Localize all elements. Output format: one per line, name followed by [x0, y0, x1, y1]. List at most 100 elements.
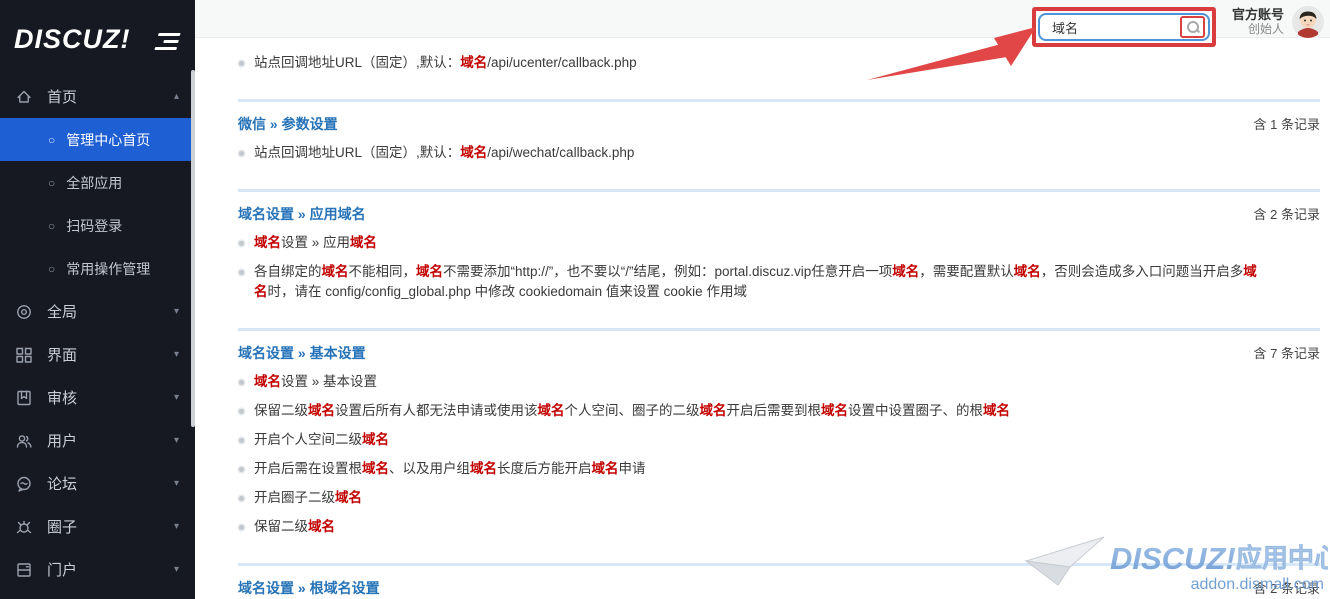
main-area: 官方账号 创始人 站点回调地址URL（固定）,默认：域名/ap [195, 0, 1330, 599]
sidebar-item-interface[interactable]: 界面 ▾ [0, 333, 195, 376]
highlighted-keyword: 域名 [322, 264, 349, 279]
section-heading-link[interactable]: 应用域名 [310, 206, 366, 222]
result-row: 域名设置 » 应用域名 [238, 233, 1320, 253]
sidebar-item-label: 门户 [47, 559, 77, 580]
discuz-logo[interactable]: DISCUZ! [14, 24, 131, 55]
sidebar-item-label: 论坛 [47, 473, 77, 494]
results-list: 站点回调地址URL（固定）,默认：域名/api/ucenter/callback… [195, 38, 1330, 599]
result-text: 域名设置 » 应用域名 [254, 233, 377, 253]
highlighted-keyword: 域名 [416, 264, 443, 279]
record-count: 含 7 条记录 [1254, 343, 1320, 362]
section-heading-link[interactable]: 根域名设置 [310, 580, 380, 596]
sidebar-item-label: 全局 [47, 301, 77, 322]
sidebar-subitem-label: 管理中心首页 [66, 130, 150, 150]
result-row: 开启圈子二级域名 [238, 488, 1320, 508]
magnifier-icon [1187, 21, 1199, 33]
highlighted-keyword: 域名 [335, 490, 362, 505]
sidebar-item-label: 圈子 [47, 516, 77, 537]
section-heading-link[interactable]: 域名设置 [238, 206, 294, 222]
highlighted-keyword: 域名 [308, 519, 335, 534]
avatar[interactable] [1292, 6, 1324, 38]
account-role: 创始人 [1232, 22, 1284, 37]
chevron-down-icon: ▾ [174, 478, 179, 489]
highlighted-keyword: 域名 [821, 403, 848, 418]
audit-icon [15, 388, 34, 407]
sidebar-item-home[interactable]: 首页 ▴ [0, 75, 195, 118]
chevron-down-icon: ▾ [174, 435, 179, 446]
section-heading: 域名设置 » 根域名设置含 2 条记录 [238, 578, 1320, 598]
result-text: 开启后需在设置根域名、以及用户组域名长度后方能开启域名申请 [254, 459, 646, 479]
bullet-icon [239, 151, 244, 156]
hamburger-icon[interactable] [154, 29, 181, 50]
sidebar-subitem-label: 扫码登录 [66, 216, 122, 236]
search-box [1038, 13, 1210, 41]
account-widget[interactable]: 官方账号 创始人 [1232, 6, 1324, 38]
sidebar-item-label: 首页 [47, 86, 77, 107]
sidebar-item-users[interactable]: 用户 ▾ [0, 419, 195, 462]
section-heading: 域名设置 » 应用域名含 2 条记录 [238, 204, 1320, 224]
result-text: 站点回调地址URL（固定）,默认：域名/api/wechat/callback.… [254, 143, 634, 163]
section-heading-link[interactable]: 基本设置 [310, 345, 366, 361]
sidebar-item-global[interactable]: 全局 ▾ [0, 290, 195, 333]
sidebar-subitem-label: 常用操作管理 [66, 259, 150, 279]
sidebar-item-audit[interactable]: 审核▾ [0, 376, 195, 419]
result-text: 各自绑定的域名不能相同，域名不需要添加“http://”，也不要以“/”结尾，例… [254, 262, 1266, 302]
bullet-icon [239, 241, 244, 246]
chevron-down-icon: ▾ [174, 564, 179, 575]
result-row: 开启后需在设置根域名、以及用户组域名长度后方能开启域名申请 [238, 459, 1320, 479]
home-icon [15, 87, 34, 106]
sidebar-item-label: 用户 [47, 430, 77, 451]
highlighted-keyword: 域名 [254, 235, 281, 250]
interface-icon [15, 345, 34, 364]
sidebar-item-label: 界面 [47, 344, 77, 365]
sidebar-subitem[interactable]: ○ 常用操作管理 [0, 247, 195, 290]
bullet-icon [239, 525, 244, 530]
bullet-icon [239, 496, 244, 501]
bullet-icon [239, 270, 244, 275]
sidebar-subitem-label: 全部应用 [66, 173, 122, 193]
result-row: 各自绑定的域名不能相同，域名不需要添加“http://”，也不要以“/”结尾，例… [238, 262, 1320, 302]
section-heading-link[interactable]: 微信 [238, 116, 266, 132]
section-heading-link[interactable]: 域名设置 [238, 345, 294, 361]
sidebar: DISCUZ! 首页▴○管理中心首页○全部应用○扫码登录○常用操作管理全局▾界面… [0, 0, 195, 599]
highlighted-keyword: 域名 [538, 403, 565, 418]
section-divider [238, 189, 1320, 192]
global-icon [15, 302, 34, 321]
result-row: 站点回调地址URL（固定）,默认：域名/api/wechat/callback.… [238, 143, 1320, 163]
section-heading-link[interactable]: 域名设置 [238, 580, 294, 596]
bullet-icon [239, 467, 244, 472]
search-button[interactable] [1180, 16, 1205, 38]
sidebar-item-group[interactable]: 圈子 ▾ [0, 505, 195, 548]
bullet-icon [239, 409, 244, 414]
highlighted-keyword: 域名 [362, 461, 389, 476]
section-heading-link[interactable]: 参数设置 [282, 116, 338, 132]
search-input[interactable] [1052, 20, 1180, 35]
highlighted-keyword: 域名 [254, 374, 281, 389]
result-text: 域名设置 » 基本设置 [254, 372, 377, 392]
section-divider [238, 328, 1320, 331]
search-highlight-frame [1032, 7, 1216, 47]
chevron-down-icon: ▾ [174, 349, 179, 360]
highlighted-keyword: 域名 [1014, 264, 1041, 279]
sidebar-item-portal[interactable]: 门户 ▾ [0, 548, 195, 591]
highlighted-keyword: 域名 [592, 461, 619, 476]
sidebar-subitem[interactable]: ○全部应用 [0, 161, 195, 204]
record-count: 含 1 条记录 [1254, 114, 1320, 133]
bullet-circle-icon: ○ [48, 263, 55, 275]
highlighted-keyword: 域名 [460, 55, 487, 70]
sidebar-subitem[interactable]: ○管理中心首页 [0, 118, 195, 161]
section-heading: 微信 » 参数设置含 1 条记录 [238, 114, 1320, 134]
section-divider [238, 563, 1320, 566]
chevron-down-icon: ▾ [174, 521, 179, 532]
result-row: 站点回调地址URL（固定）,默认：域名/api/ucenter/callback… [238, 53, 1320, 73]
record-count: 含 2 条记录 [1254, 204, 1320, 223]
highlighted-keyword: 域名 [460, 145, 487, 160]
chevron-up-icon: ▴ [174, 91, 179, 102]
chevron-down-icon: ▾ [174, 306, 179, 317]
bullet-circle-icon: ○ [48, 220, 55, 232]
sidebar-item-forum[interactable]: 论坛 ▾ [0, 462, 195, 505]
result-text: 保留二级域名设置后所有人都无法申请或使用该域名个人空间、圈子的二级域名开启后需要… [254, 401, 1010, 421]
record-count: 含 2 条记录 [1254, 578, 1320, 597]
sidebar-subitem[interactable]: ○ 扫码登录 [0, 204, 195, 247]
highlighted-keyword: 域名 [308, 403, 335, 418]
